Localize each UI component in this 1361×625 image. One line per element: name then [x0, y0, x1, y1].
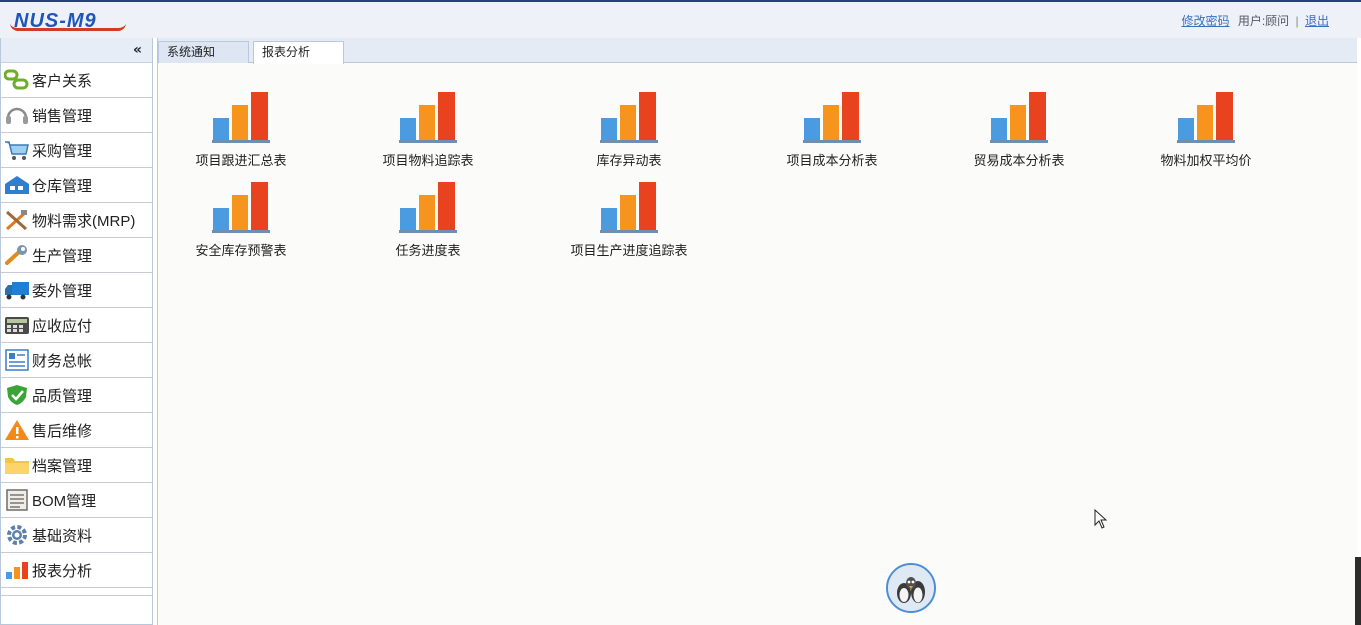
warning-icon: [3, 418, 31, 442]
penguin-assistant-icon[interactable]: [886, 563, 936, 613]
report-trade-cost-analysis[interactable]: 贸易成本分析表: [949, 90, 1089, 169]
app-logo: NUS-M9: [10, 10, 126, 33]
folder-icon: [3, 453, 31, 477]
report-label: 项目物料追踪表: [382, 153, 474, 168]
report-label: 贸易成本分析表: [973, 153, 1065, 168]
sidebar-item-label: 应收应付: [32, 317, 93, 335]
sidebar-item-report-analysis[interactable]: 报表分析: [1, 553, 152, 588]
tab-system-notice[interactable]: 系统通知: [158, 41, 249, 63]
sidebar-item-label: 仓库管理: [32, 177, 93, 195]
report-project-material-tracking[interactable]: 项目物料追踪表: [358, 90, 498, 169]
sidebar-item-general-ledger[interactable]: 财务总帐: [1, 343, 152, 378]
report-label: 项目跟进汇总表: [195, 153, 287, 168]
sidebar-item-bom[interactable]: BOM管理: [1, 483, 152, 518]
sidebar-item-basic-data[interactable]: 基础资料: [1, 518, 152, 553]
report-project-followup-summary[interactable]: 项目跟进汇总表: [171, 90, 311, 169]
logout-link[interactable]: 退出: [1305, 14, 1329, 28]
top-header: NUS-M9 修改密码 用户:顾问 | 退出: [0, 0, 1361, 38]
bar-chart-icon: [399, 92, 457, 143]
warehouse-icon: [3, 173, 31, 197]
change-password-link[interactable]: 修改密码: [1181, 14, 1229, 28]
report-label: 物料加权平均价: [1160, 153, 1252, 168]
sidebar-item-label: 财务总帐: [32, 352, 93, 370]
sidebar-item-label: 生产管理: [32, 247, 93, 265]
shield-check-icon: [3, 383, 31, 407]
sidebar-item-purchasing[interactable]: 采购管理: [1, 133, 152, 168]
sidebar-item-production[interactable]: 生产管理: [1, 238, 152, 273]
tools-icon: [3, 208, 31, 232]
bar-chart-icon: [399, 182, 457, 233]
sidebar-item-label: 基础资料: [32, 527, 93, 545]
wrench-icon: [3, 243, 31, 267]
sidebar-divider: [1, 588, 152, 596]
sidebar-item-receivables-payables[interactable]: 应收应付: [1, 308, 152, 343]
bar-chart-icon: [212, 92, 270, 143]
sidebar-item-label: 报表分析: [32, 562, 93, 580]
bar-chart-icon: [600, 182, 658, 233]
tab-report-analysis[interactable]: 报表分析: [253, 41, 344, 64]
headset-icon: [3, 103, 31, 127]
report-safety-stock-alert[interactable]: 安全库存预警表: [171, 180, 311, 259]
sidebar: « 客户关系 销售管理 采购管理 仓库管理 物料需求(MRP) 生产管理 委外管…: [0, 38, 153, 625]
scrollbar-thumb[interactable]: [1355, 557, 1361, 625]
user-label: 用户:顾问: [1237, 14, 1290, 28]
gear-icon: [3, 523, 31, 547]
sidebar-item-label: 物料需求(MRP): [32, 212, 136, 230]
bar-chart-icon: [990, 92, 1048, 143]
report-inventory-movement[interactable]: 库存异动表: [559, 90, 699, 169]
shopping-cart-icon: [3, 138, 31, 162]
truck-icon: [3, 278, 31, 302]
mouse-cursor-icon: [1094, 508, 1108, 533]
sidebar-item-outsourcing[interactable]: 委外管理: [1, 273, 152, 308]
report-label: 库存异动表: [596, 153, 662, 168]
sidebar-item-warehouse[interactable]: 仓库管理: [1, 168, 152, 203]
report-material-weighted-average-price[interactable]: 物料加权平均价: [1136, 90, 1276, 169]
report-project-production-progress-tracking[interactable]: 项目生产进度追踪表: [559, 180, 699, 259]
tab-bar: 系统通知 报表分析: [158, 38, 1357, 64]
sidebar-item-label: 客户关系: [32, 72, 93, 90]
sidebar-item-label: BOM管理: [32, 492, 97, 510]
separator: |: [1295, 14, 1299, 28]
sidebar-item-sales[interactable]: 销售管理: [1, 98, 152, 133]
sidebar-item-archives[interactable]: 档案管理: [1, 448, 152, 483]
report-label: 安全库存预警表: [195, 243, 287, 258]
bar-chart-icon: [600, 92, 658, 143]
bar-chart-icon: [212, 182, 270, 233]
ledger-icon: [3, 348, 31, 372]
report-label: 项目生产进度追踪表: [570, 243, 688, 258]
sidebar-item-quality[interactable]: 品质管理: [1, 378, 152, 413]
sidebar-item-label: 委外管理: [32, 282, 93, 300]
sidebar-item-label: 品质管理: [32, 387, 93, 405]
sidebar-item-after-sales[interactable]: 售后维修: [1, 413, 152, 448]
bar-chart-icon: [1177, 92, 1235, 143]
calculator-icon: [3, 313, 31, 337]
customer-chain-icon: [3, 68, 31, 92]
sidebar-item-label: 采购管理: [32, 142, 93, 160]
document-icon: [3, 488, 31, 512]
report-label: 项目成本分析表: [786, 153, 878, 168]
bar-chart-icon: [3, 558, 31, 582]
report-task-progress[interactable]: 任务进度表: [358, 180, 498, 259]
sidebar-item-label: 档案管理: [32, 457, 93, 475]
bar-chart-icon: [803, 92, 861, 143]
report-label: 任务进度表: [395, 243, 461, 258]
sidebar-item-label: 销售管理: [32, 107, 93, 125]
sidebar-collapse-button[interactable]: «: [1, 38, 152, 63]
report-project-cost-analysis[interactable]: 项目成本分析表: [762, 90, 902, 169]
sidebar-item-label: 售后维修: [32, 422, 93, 440]
sidebar-item-customer-relations[interactable]: 客户关系: [1, 63, 152, 98]
user-bar: 修改密码 用户:顾问 | 退出: [1181, 12, 1329, 29]
sidebar-item-mrp[interactable]: 物料需求(MRP): [1, 203, 152, 238]
